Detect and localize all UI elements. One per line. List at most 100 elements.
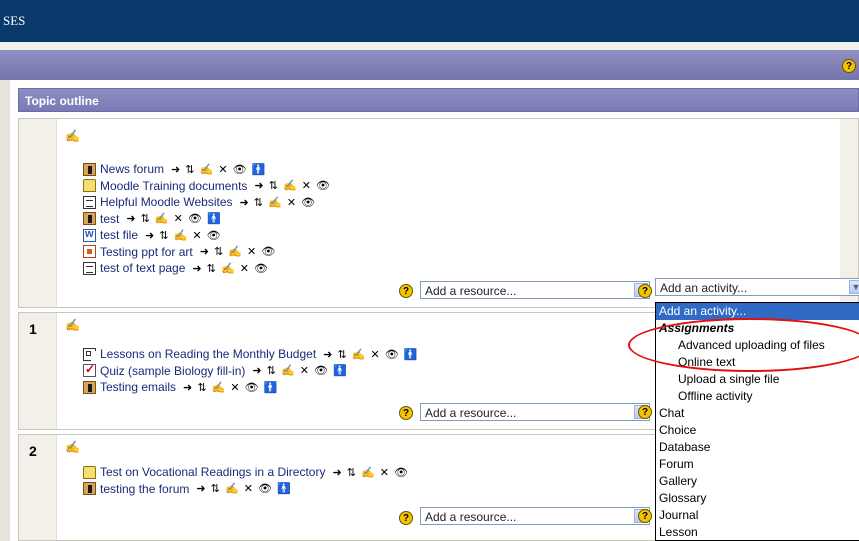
help-icon[interactable]: ? bbox=[638, 509, 652, 523]
hide-icon[interactable]: 👁 bbox=[254, 263, 269, 275]
delete-icon[interactable]: ✕ bbox=[370, 349, 380, 361]
activity-link[interactable]: test file bbox=[100, 228, 138, 242]
roles-icon[interactable]: 🚹 bbox=[252, 164, 267, 176]
move-updown-icon[interactable]: ⇅ bbox=[141, 213, 151, 225]
hide-icon[interactable]: 👁 bbox=[314, 365, 329, 377]
edit-icon[interactable]: ✍ bbox=[225, 483, 240, 495]
activity-link[interactable]: testing the forum bbox=[100, 482, 189, 496]
dropdown-option[interactable]: Database bbox=[656, 439, 859, 456]
roles-icon[interactable]: 🚹 bbox=[404, 349, 419, 361]
dropdown-option[interactable]: Add an activity... bbox=[656, 303, 859, 320]
edit-icon[interactable]: ✍ bbox=[281, 365, 296, 377]
hide-icon[interactable]: 👁 bbox=[394, 467, 409, 479]
hide-icon[interactable]: 👁 bbox=[233, 164, 248, 176]
edit-icon[interactable]: ✍ bbox=[268, 197, 283, 209]
move-right-icon[interactable]: ➜ bbox=[200, 246, 210, 258]
delete-icon[interactable]: ✕ bbox=[218, 164, 228, 176]
roles-icon[interactable]: 🚹 bbox=[333, 365, 348, 377]
dropdown-option[interactable]: Choice bbox=[656, 422, 859, 439]
dropdown-option[interactable]: Upload a single file bbox=[656, 371, 859, 388]
move-right-icon[interactable]: ➜ bbox=[196, 483, 206, 495]
dropdown-option[interactable]: Gallery bbox=[656, 473, 859, 490]
delete-icon[interactable]: ✕ bbox=[192, 230, 202, 242]
help-icon[interactable]: ? bbox=[638, 284, 652, 298]
activity-link[interactable]: Helpful Moodle Websites bbox=[100, 195, 233, 209]
move-updown-icon[interactable]: ⇅ bbox=[347, 467, 357, 479]
move-updown-icon[interactable]: ⇅ bbox=[267, 365, 277, 377]
hide-icon[interactable]: 👁 bbox=[258, 483, 273, 495]
edit-icon[interactable]: ✍ bbox=[283, 180, 298, 192]
help-icon[interactable]: ? bbox=[399, 511, 413, 525]
move-right-icon[interactable]: ➜ bbox=[171, 164, 181, 176]
activity-link[interactable]: Testing ppt for art bbox=[100, 245, 193, 259]
delete-icon[interactable]: ✕ bbox=[247, 246, 257, 258]
move-updown-icon[interactable]: ⇅ bbox=[197, 382, 207, 394]
dropdown-option[interactable]: Lesson bbox=[656, 524, 859, 540]
activity-link[interactable]: Testing emails bbox=[100, 380, 176, 394]
move-right-icon[interactable]: ➜ bbox=[252, 365, 262, 377]
move-updown-icon[interactable]: ⇅ bbox=[207, 263, 217, 275]
move-right-icon[interactable]: ➜ bbox=[145, 230, 155, 242]
help-icon[interactable]: ? bbox=[842, 59, 856, 73]
roles-icon[interactable]: 🚹 bbox=[207, 213, 222, 225]
hide-icon[interactable]: 👁 bbox=[245, 382, 260, 394]
help-icon[interactable]: ? bbox=[399, 406, 413, 420]
add-activity-select[interactable]: Add an activity... ▼ bbox=[655, 278, 859, 296]
delete-icon[interactable]: ✕ bbox=[302, 180, 312, 192]
edit-icon[interactable]: ✍ bbox=[174, 230, 189, 242]
hide-icon[interactable]: 👁 bbox=[188, 213, 203, 225]
delete-icon[interactable]: ✕ bbox=[380, 467, 390, 479]
move-updown-icon[interactable]: ⇅ bbox=[159, 230, 169, 242]
edit-summary-icon[interactable]: ✍ bbox=[65, 129, 80, 143]
add-resource-select[interactable]: Add a resource... ▼ bbox=[420, 403, 650, 421]
delete-icon[interactable]: ✕ bbox=[174, 213, 184, 225]
move-updown-icon[interactable]: ⇅ bbox=[337, 349, 347, 361]
activity-link[interactable]: test of text page bbox=[100, 261, 185, 275]
edit-icon[interactable]: ✍ bbox=[361, 467, 376, 479]
help-icon[interactable]: ? bbox=[638, 405, 652, 419]
delete-icon[interactable]: ✕ bbox=[287, 197, 297, 209]
move-updown-icon[interactable]: ⇅ bbox=[254, 197, 264, 209]
edit-icon[interactable]: ✍ bbox=[200, 164, 215, 176]
add-resource-select[interactable]: Add a resource... ▼ bbox=[420, 281, 650, 299]
move-right-icon[interactable]: ➜ bbox=[323, 349, 333, 361]
move-right-icon[interactable]: ➜ bbox=[192, 263, 202, 275]
activity-link[interactable]: Lessons on Reading the Monthly Budget bbox=[100, 347, 316, 361]
move-updown-icon[interactable]: ⇅ bbox=[211, 483, 221, 495]
roles-icon[interactable]: 🚹 bbox=[264, 382, 279, 394]
edit-icon[interactable]: ✍ bbox=[228, 246, 243, 258]
dropdown-option[interactable]: Glossary bbox=[656, 490, 859, 507]
move-updown-icon[interactable]: ⇅ bbox=[185, 164, 195, 176]
dropdown-option[interactable]: Offline activity bbox=[656, 388, 859, 405]
add-resource-select[interactable]: Add a resource... ▼ bbox=[420, 507, 650, 525]
activity-link[interactable]: test bbox=[100, 212, 119, 226]
move-right-icon[interactable]: ➜ bbox=[240, 197, 250, 209]
move-right-icon[interactable]: ➜ bbox=[332, 467, 342, 479]
hide-icon[interactable]: 👁 bbox=[385, 349, 400, 361]
help-icon[interactable]: ? bbox=[399, 284, 413, 298]
move-updown-icon[interactable]: ⇅ bbox=[214, 246, 224, 258]
delete-icon[interactable]: ✕ bbox=[300, 365, 310, 377]
hide-icon[interactable]: 👁 bbox=[261, 246, 276, 258]
move-right-icon[interactable]: ➜ bbox=[183, 382, 193, 394]
move-right-icon[interactable]: ➜ bbox=[126, 213, 136, 225]
edit-icon[interactable]: ✍ bbox=[212, 382, 227, 394]
dropdown-option[interactable]: Chat bbox=[656, 405, 859, 422]
hide-icon[interactable]: 👁 bbox=[207, 230, 222, 242]
activity-link[interactable]: Moodle Training documents bbox=[100, 179, 247, 193]
delete-icon[interactable]: ✕ bbox=[240, 263, 250, 275]
move-updown-icon[interactable]: ⇅ bbox=[269, 180, 279, 192]
edit-icon[interactable]: ✍ bbox=[155, 213, 170, 225]
delete-icon[interactable]: ✕ bbox=[230, 382, 240, 394]
hide-icon[interactable]: 👁 bbox=[301, 197, 316, 209]
dropdown-option[interactable]: Online text bbox=[656, 354, 859, 371]
edit-icon[interactable]: ✍ bbox=[352, 349, 367, 361]
dropdown-option[interactable]: Advanced uploading of files bbox=[656, 337, 859, 354]
activity-link[interactable]: Quiz (sample Biology fill-in) bbox=[100, 364, 245, 378]
move-right-icon[interactable]: ➜ bbox=[254, 180, 264, 192]
roles-icon[interactable]: 🚹 bbox=[277, 483, 292, 495]
edit-summary-icon[interactable]: ✍ bbox=[65, 318, 80, 332]
edit-icon[interactable]: ✍ bbox=[221, 263, 236, 275]
chevron-down-icon[interactable]: ▼ bbox=[849, 280, 859, 294]
delete-icon[interactable]: ✕ bbox=[244, 483, 254, 495]
